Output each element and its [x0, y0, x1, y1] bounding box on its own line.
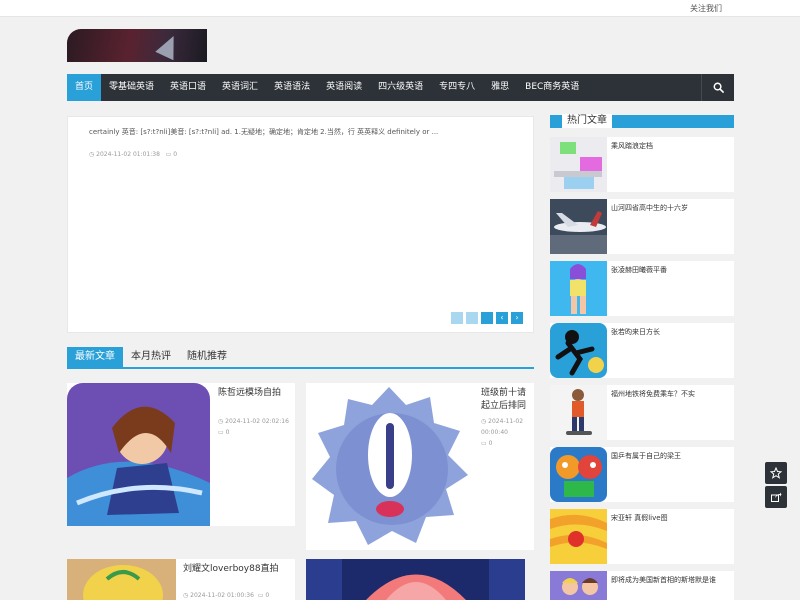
heading-accent: [550, 115, 556, 128]
tab-monthly-hot[interactable]: 本月热评: [123, 347, 179, 367]
slide-date: 2024-11-02 01:01:38: [96, 151, 160, 158]
main-nav: 首页 零基础英语 英语口语 英语词汇 英语语法 英语阅读 四六级英语 专四专八 …: [67, 74, 734, 101]
nav-item-cet[interactable]: 四六级英语: [370, 74, 431, 101]
post-card[interactable]: [306, 559, 525, 600]
hot-article-title[interactable]: 国乒有属于自己的梁王: [611, 451, 681, 461]
hot-article-title[interactable]: 山河四省高中生的十六岁: [611, 203, 688, 213]
slider-dot-1[interactable]: [451, 312, 463, 324]
tab-latest[interactable]: 最新文章: [67, 347, 123, 367]
hot-article-title[interactable]: 宋亚轩 真假live图: [611, 513, 668, 523]
favorite-button[interactable]: [765, 462, 787, 484]
comment-icon: ▭: [218, 429, 224, 436]
nav-item-vocabulary[interactable]: 英语词汇: [214, 74, 266, 101]
hot-thumbnail[interactable]: [550, 323, 607, 378]
clock-icon: ◷: [218, 418, 224, 425]
comment-icon: ▭: [257, 592, 264, 599]
featured-slider: certainly 英音: [s?:t?nli]美音: [s?:t?nli] a…: [67, 116, 534, 333]
post-tabs: 最新文章 本月热评 随机推荐: [67, 347, 534, 369]
hot-thumbnail[interactable]: [550, 385, 607, 440]
post-thumbnail[interactable]: [306, 559, 525, 600]
hot-article-title[interactable]: 即将成为美国新首相的斯塔默是谁: [611, 575, 716, 585]
hot-article-title[interactable]: 张凌赫田曦薇平番: [611, 265, 667, 275]
post-card[interactable]: 班级前十请起立后排同 ◷ 2024-11-02 00:00:40 ▭ 0: [306, 383, 534, 550]
hot-article[interactable]: 即将成为美国新首相的斯塔默是谁: [550, 571, 734, 600]
nav-item-speaking[interactable]: 英语口语: [162, 74, 214, 101]
post-thumbnail[interactable]: [306, 383, 473, 550]
slider-dot-2[interactable]: [466, 312, 478, 324]
post-meta: ◷ 2024-11-02 02:02:16 ▭ 0: [218, 416, 294, 438]
hot-article[interactable]: 山河四省高中生的十六岁: [550, 199, 734, 254]
hot-article[interactable]: 乘风踏浪定档: [550, 137, 734, 192]
post-card[interactable]: 陈哲远模场自拍 ◷ 2024-11-02 02:02:16 ▭ 0: [67, 383, 295, 526]
search-icon: [713, 82, 724, 93]
slider-next-button[interactable]: ›: [511, 312, 523, 324]
hot-article-title[interactable]: 福州地铁将免费乘车？不实: [611, 389, 695, 399]
hot-thumbnail[interactable]: [550, 447, 607, 502]
clock-icon: ◷: [183, 592, 189, 599]
post-title[interactable]: 刘耀文loverboy88直拍: [183, 563, 293, 576]
slide-meta: ◷ 2024-11-02 01:01:38 ▭ 0: [89, 151, 177, 158]
share-icon: [771, 492, 782, 502]
star-icon: [770, 467, 782, 479]
post-thumbnail[interactable]: [67, 383, 210, 526]
search-button[interactable]: [701, 74, 734, 101]
hot-article[interactable]: 张凌赫田曦薇平番: [550, 261, 734, 316]
nav-item-beginner[interactable]: 零基础英语: [101, 74, 162, 101]
hot-thumbnail[interactable]: [550, 137, 607, 192]
comment-icon: ▭: [481, 440, 487, 447]
hot-article-title[interactable]: 乘风踏浪定档: [611, 141, 653, 151]
hot-articles-title: 热门文章: [562, 114, 612, 128]
post-title[interactable]: 陈哲远模场自拍: [218, 387, 292, 400]
comment-icon: ▭: [165, 151, 172, 158]
clock-icon: ◷: [481, 418, 487, 425]
nav-item-home[interactable]: 首页: [67, 74, 102, 101]
post-card[interactable]: 刘耀文loverboy88直拍 ◷ 2024-11-02 01:00:36 ▭ …: [67, 559, 295, 600]
hot-articles-heading: 热门文章: [550, 114, 734, 128]
post-comments: 0: [265, 592, 270, 599]
post-meta: ◷ 2024-11-02 00:00:40 ▭ 0: [481, 416, 531, 449]
follow-us-link[interactable]: 关注我们: [690, 3, 722, 14]
post-date: 2024-11-02 00:00:40: [481, 418, 524, 436]
hot-article[interactable]: 福州地铁将免费乘车？不实: [550, 385, 734, 440]
post-comments: 0: [225, 429, 230, 436]
slider-controls: ‹ ›: [451, 312, 523, 324]
hot-article[interactable]: 国乒有属于自己的梁王: [550, 447, 734, 502]
post-comments: 0: [488, 440, 493, 447]
hot-thumbnail[interactable]: [550, 199, 607, 254]
logo-shape: [155, 31, 183, 61]
clock-icon: ◷: [89, 151, 95, 158]
nav-item-reading[interactable]: 英语阅读: [318, 74, 370, 101]
post-title[interactable]: 班级前十请起立后排同: [481, 387, 531, 413]
post-thumbnail[interactable]: [67, 559, 176, 600]
top-bar: 关注我们: [0, 0, 800, 17]
hot-article[interactable]: 宋亚轩 真假live图: [550, 509, 734, 564]
hot-article[interactable]: 张若昀来日方长: [550, 323, 734, 378]
nav-item-bec[interactable]: BEC商务英语: [517, 74, 587, 101]
slide-comments: 0: [173, 151, 178, 158]
hot-thumbnail[interactable]: [550, 261, 607, 316]
slide-excerpt[interactable]: certainly 英音: [s?:t?nli]美音: [s?:t?nli] a…: [89, 127, 438, 137]
nav-item-tem[interactable]: 专四专八: [431, 74, 483, 101]
slider-dot-3[interactable]: [481, 312, 493, 324]
site-logo[interactable]: [67, 29, 207, 62]
hot-article-title[interactable]: 张若昀来日方长: [611, 327, 660, 337]
nav-item-grammar[interactable]: 英语语法: [266, 74, 318, 101]
hot-thumbnail[interactable]: [550, 509, 607, 564]
hot-thumbnail[interactable]: [550, 571, 607, 600]
tab-random[interactable]: 随机推荐: [179, 347, 235, 367]
post-meta: ◷ 2024-11-02 01:00:36 ▭ 0: [183, 590, 293, 600]
share-button[interactable]: [765, 486, 787, 508]
post-date: 2024-11-02 02:02:16: [225, 418, 289, 425]
slider-prev-button[interactable]: ‹: [496, 312, 508, 324]
post-date: 2024-11-02 01:00:36: [190, 592, 254, 599]
nav-item-ielts[interactable]: 雅思: [483, 74, 517, 101]
